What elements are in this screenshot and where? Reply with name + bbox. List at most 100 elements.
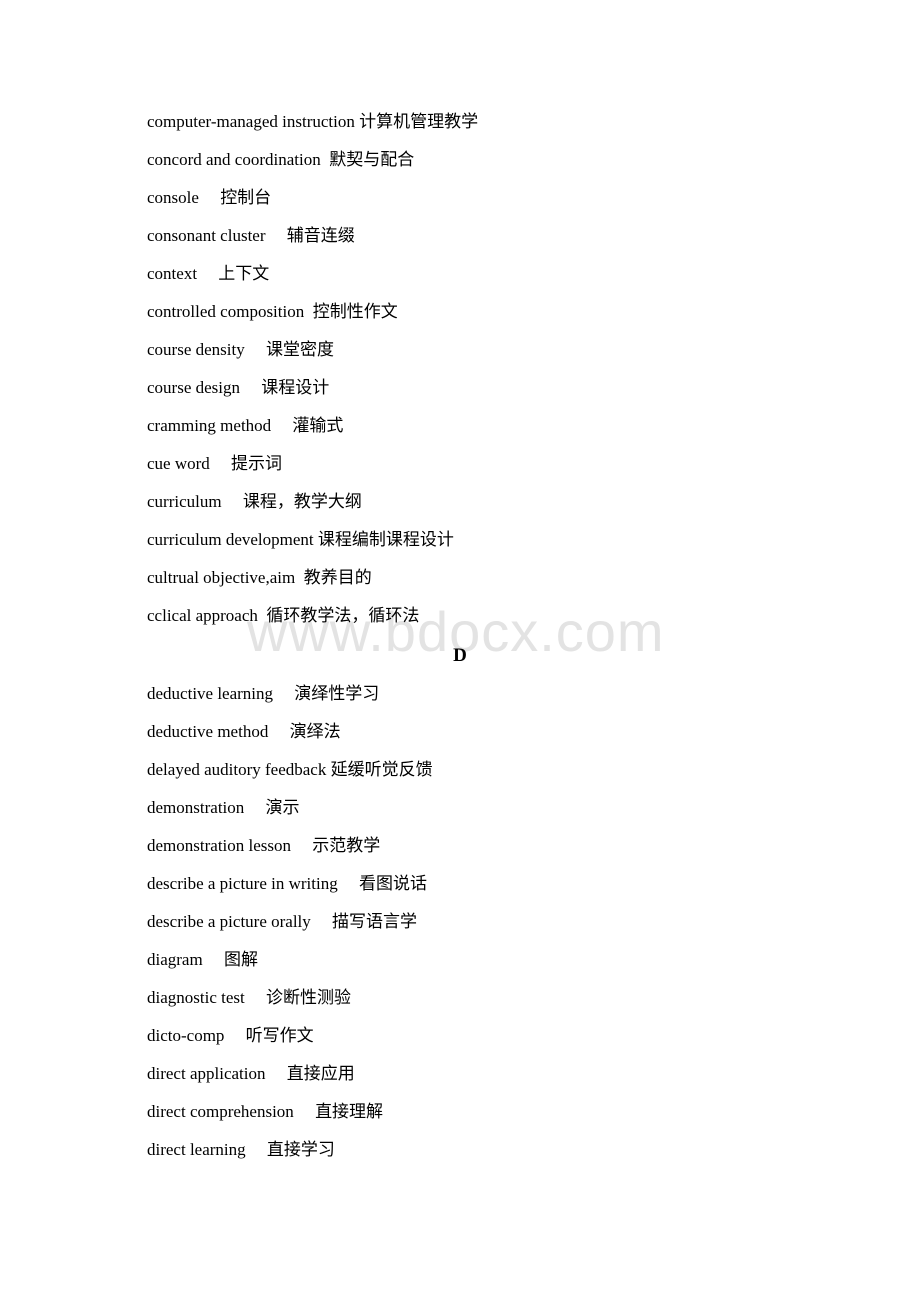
entry-separator [338,874,359,893]
entry-separator [244,798,265,817]
entry-separator [291,836,312,855]
entry-term: curriculum [147,492,222,511]
entry-translation: 直接理解 [315,1102,384,1121]
entry-translation: 图解 [223,950,258,969]
entry-translation: 听写作文 [245,1026,314,1045]
glossary-entry: cramming method 灌输式 [147,416,343,436]
entry-separator [266,226,287,245]
entry-translation: 示范教学 [312,836,381,855]
entry-term: deductive learning [147,684,274,703]
glossary-entry: demonstration 演示 [147,798,300,818]
entry-term: concord and coordination [147,150,321,169]
entry-translation: 延缓听觉反馈 [330,760,433,779]
entry-separator [321,150,330,169]
entry-translation: 控制台 [220,188,272,207]
entry-term: course design [147,378,241,397]
entry-separator [224,1026,245,1045]
glossary-entry: curriculum development 课程编制课程设计 [147,530,454,550]
glossary-entry: direct application 直接应用 [147,1064,355,1084]
glossary-entry: cue word 提示词 [147,454,282,474]
entry-separator [304,302,313,321]
glossary-entry: curriculum 课程，教学大纲 [147,492,362,512]
entry-term: describe a picture orally [147,912,311,931]
glossary-entry: dicto-comp 听写作文 [147,1026,314,1046]
glossary-entry: console 控制台 [147,188,271,208]
entry-term: controlled composition [147,302,305,321]
glossary-entry: course density 课堂密度 [147,340,334,360]
entry-separator [245,988,266,1007]
entry-term: delayed auditory feedback [147,760,327,779]
glossary-entry: cclical approach 循环教学法，循环法 [147,606,419,626]
entry-translation: 演绎法 [289,722,341,741]
entry-term: cue word [147,454,210,473]
glossary-entry: cultrual objective,aim 教养目的 [147,568,372,588]
entry-translation: 课程，教学大纲 [242,492,362,511]
glossary-entry: direct comprehension 直接理解 [147,1102,383,1122]
entry-translation: 课堂密度 [265,340,334,359]
glossary-entry: direct learning 直接学习 [147,1140,335,1160]
glossary-entry: concord and coordination 默契与配合 [147,150,414,170]
glossary-entry: diagram 图解 [147,950,258,970]
entry-translation: 直接学习 [266,1140,335,1159]
glossary-content: computer-managed instruction 计算机管理教学 con… [0,0,920,1302]
entry-separator [295,568,304,587]
entry-translation: 演示 [265,798,300,817]
entry-translation: 课程编制课程设计 [317,530,454,549]
entry-term: demonstration [147,798,245,817]
entry-translation: 课程设计 [261,378,330,397]
entry-term: dicto-comp [147,1026,225,1045]
entry-term: console [147,188,199,207]
entry-separator [294,1102,315,1121]
entry-term: direct application [147,1064,266,1083]
glossary-entry: delayed auditory feedback 延缓听觉反馈 [147,760,433,780]
entry-separator [246,1140,267,1159]
entry-separator [265,1064,286,1083]
glossary-entry: describe a picture in writing 看图说话 [147,874,427,894]
entry-term: direct comprehension [147,1102,294,1121]
entry-separator [199,188,220,207]
entry-translation: 计算机管理教学 [359,112,479,131]
entry-term: diagnostic test [147,988,245,1007]
entry-term: consonant cluster [147,226,266,245]
entry-translation: 循环教学法，循环法 [266,606,420,625]
entry-translation: 提示词 [231,454,283,473]
glossary-entry: deductive method 演绎法 [147,722,341,742]
entry-translation: 辅音连缀 [286,226,355,245]
section-heading-d: D [453,645,467,666]
entry-separator [203,950,224,969]
entry-separator [268,722,289,741]
document-page: www.bdocx.com computer-managed instructi… [0,0,920,1302]
entry-term: describe a picture in writing [147,874,338,893]
glossary-entry: course design 课程设计 [147,378,329,398]
glossary-entry: controlled composition 控制性作文 [147,302,398,322]
glossary-entry: computer-managed instruction 计算机管理教学 [147,112,478,132]
entry-translation: 演绎性学习 [294,684,380,703]
entry-term: diagram [147,950,203,969]
entry-term: course density [147,340,245,359]
entry-translation: 控制性作文 [312,302,398,321]
entry-term: demonstration lesson [147,836,292,855]
entry-term: curriculum development [147,530,314,549]
glossary-entry: deductive learning 演绎性学习 [147,684,379,704]
glossary-entry: context 上下文 [147,264,269,284]
entry-term: cramming method [147,416,272,435]
entry-translation: 上下文 [218,264,270,283]
entry-term: deductive method [147,722,269,741]
glossary-entry: diagnostic test 诊断性测验 [147,988,351,1008]
entry-separator [222,492,243,511]
entry-separator [273,684,294,703]
entry-term: cultrual objective,aim [147,568,296,587]
glossary-entry: consonant cluster 辅音连缀 [147,226,355,246]
entry-translation: 默契与配合 [329,150,415,169]
entry-separator [271,416,292,435]
entry-separator [311,912,332,931]
entry-translation: 诊断性测验 [265,988,351,1007]
entry-separator [210,454,231,473]
entry-term: direct learning [147,1140,246,1159]
glossary-entry: demonstration lesson 示范教学 [147,836,380,856]
entry-separator [197,264,218,283]
entry-translation: 灌输式 [292,416,344,435]
entry-term: context [147,264,198,283]
entry-separator [240,378,261,397]
entry-term: cclical approach [147,606,258,625]
